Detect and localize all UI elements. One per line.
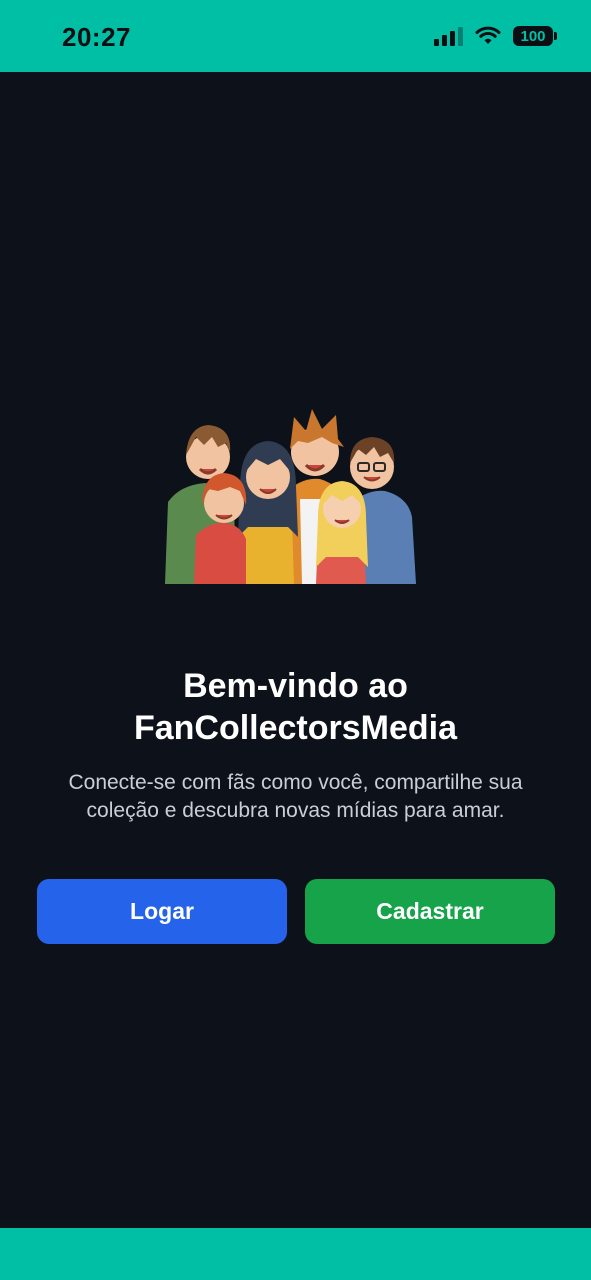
welcome-title-line1: Bem-vindo ao [183, 667, 408, 705]
friends-illustration [165, 409, 416, 584]
status-bar: 20:27 100 [0, 0, 591, 72]
battery-level: 100 [520, 27, 546, 45]
welcome-title-line2: FanCollectorsMedia [133, 709, 458, 747]
battery-icon: 100 [513, 26, 557, 46]
signup-button[interactable]: Cadastrar [305, 879, 555, 944]
login-button[interactable]: Logar [37, 879, 287, 944]
welcome-subtitle: Conecte-se com fãs como você, compartilh… [68, 771, 523, 822]
welcome-screen: Bem-vindo ao FanCollectorsMedia Conecte-… [0, 72, 591, 1228]
status-time: 20:27 [62, 22, 131, 52]
wifi-icon [475, 26, 501, 44]
status-icons: 100 [434, 26, 557, 46]
signal-icon [434, 26, 463, 46]
welcome-title: Bem-vindo ao FanCollectorsMedia [0, 665, 591, 749]
bottom-bar [0, 1228, 591, 1280]
